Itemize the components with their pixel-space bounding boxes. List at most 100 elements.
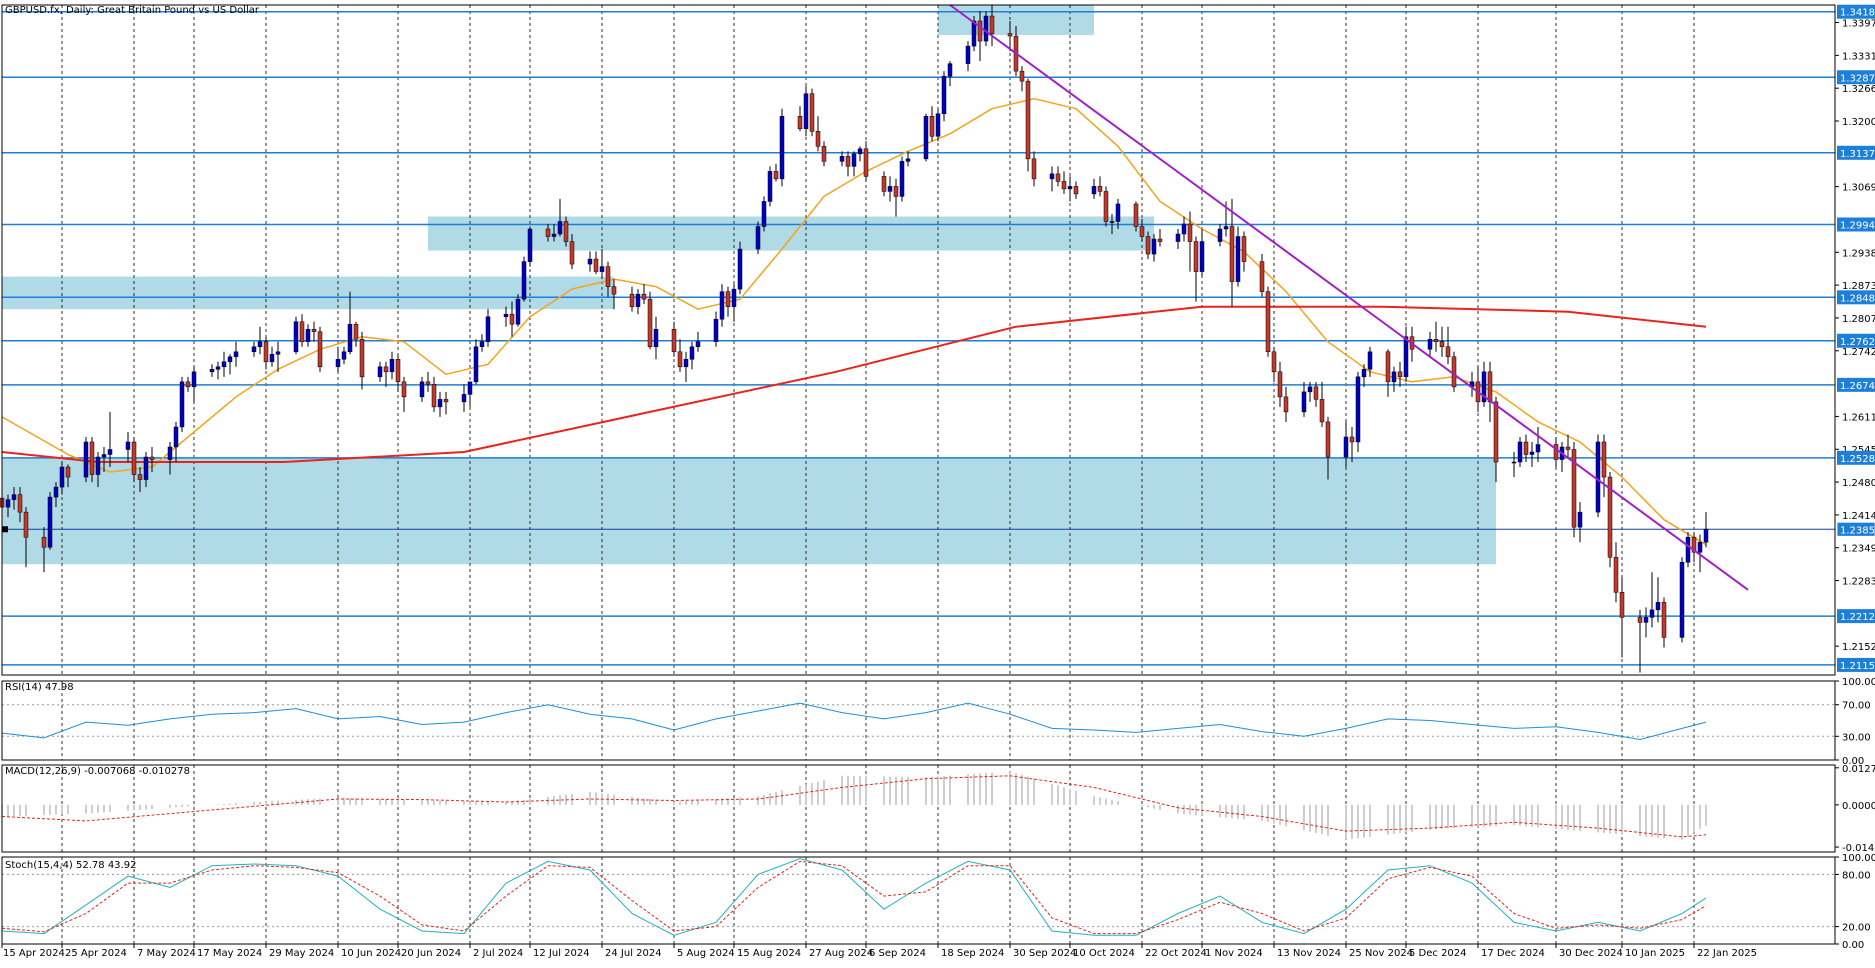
candle-body <box>809 93 815 132</box>
candle-body <box>299 321 305 343</box>
candle-body <box>593 258 599 272</box>
rsi-axis-label: 100.00 <box>1842 677 1875 688</box>
candle-body <box>461 394 467 403</box>
candle-body <box>263 341 269 363</box>
price-axis-label: 1.24145 <box>1842 511 1875 522</box>
candle-body <box>1223 226 1229 230</box>
candle-body <box>251 346 257 353</box>
candle-body <box>1277 371 1283 398</box>
candle-body <box>611 286 617 295</box>
macd-axis-label: 0.012738 <box>1842 764 1875 775</box>
candle-body <box>1031 158 1037 180</box>
date-axis-label: 10 Jun 2024 <box>341 948 401 959</box>
candle-body <box>1019 70 1025 82</box>
candle-body <box>1493 401 1499 463</box>
candle-body <box>1655 602 1661 611</box>
level-price-tag-label: 1.22125 <box>1840 612 1875 623</box>
price-axis-label: 1.30695 <box>1842 183 1875 194</box>
stoch-axis-label: 100.00 <box>1842 853 1875 864</box>
candle-body <box>233 351 239 358</box>
candle-body <box>1685 536 1691 563</box>
date-axis-label: 5 Dec 2024 <box>1409 948 1467 959</box>
main-chart-title: GBPUSD.fx, Daily: Great Britain Pound vs… <box>5 5 260 16</box>
candle-body <box>1361 369 1367 378</box>
candle-body <box>839 156 845 162</box>
stoch-axis-label: 20.00 <box>1842 923 1871 934</box>
candle-body <box>1139 226 1145 237</box>
date-axis-label: 27 Aug 2024 <box>809 948 873 959</box>
candle-body <box>305 328 311 343</box>
price-axis-label: 1.24800 <box>1842 478 1875 489</box>
candle-body <box>527 228 533 262</box>
candle-body <box>845 156 851 167</box>
candle-body <box>1367 351 1373 370</box>
candle-body <box>227 356 233 363</box>
candle-body <box>23 511 29 538</box>
candle-body <box>599 266 605 272</box>
candle-body <box>143 456 149 480</box>
date-axis-label: 5 Aug 2024 <box>677 948 735 959</box>
candle-body <box>1511 461 1517 464</box>
candle-body <box>719 291 725 320</box>
date-axis-label: 22 Oct 2024 <box>1145 948 1207 959</box>
date-axis-label: 22 Jan 2025 <box>1697 948 1757 959</box>
candle-body <box>1349 436 1355 443</box>
candle-body <box>779 115 785 180</box>
date-axis-label: 7 May 2024 <box>137 948 196 959</box>
candle-body <box>353 323 359 340</box>
candle-body <box>515 298 521 325</box>
candle-body <box>1355 376 1361 443</box>
date-axis-label: 2 Jul 2024 <box>473 948 523 959</box>
candle-body <box>1403 336 1409 378</box>
date-axis-label: 12 Jul 2024 <box>533 948 590 959</box>
rsi-axis-label: 30.00 <box>1842 732 1871 743</box>
candle-body <box>1619 592 1625 618</box>
candle-body <box>1301 391 1307 413</box>
candle-body <box>1055 173 1061 182</box>
date-axis-label: 15 Apr 2024 <box>3 948 65 959</box>
candle-body <box>731 288 737 307</box>
candle-body <box>935 113 941 137</box>
candle-body <box>59 466 65 488</box>
candle-body <box>1199 241 1205 272</box>
candle-body <box>671 328 677 353</box>
level-price-tag-label: 1.32878 <box>1840 73 1875 84</box>
candle-body <box>983 15 989 42</box>
price-axis-label: 1.23490 <box>1842 544 1875 555</box>
candle-body <box>269 354 275 363</box>
level-price-tag-label: 1.21151 <box>1840 661 1875 672</box>
candle-body <box>1025 80 1031 160</box>
candle-body <box>647 298 653 348</box>
level-price-tag-label: 1.28487 <box>1840 293 1875 304</box>
candle-body <box>1535 444 1541 453</box>
candle-body <box>737 248 743 290</box>
candle-body <box>311 328 317 332</box>
candle-body <box>1007 33 1013 37</box>
candle-body <box>629 293 635 307</box>
price-axis-label: 1.21525 <box>1842 642 1875 653</box>
date-axis-label: 30 Sep 2024 <box>1013 948 1076 959</box>
date-axis-label: 25 Nov 2024 <box>1349 948 1413 959</box>
chart-canvas[interactable]: 1.33970 1.33315 1.32660 1.32005 1.30695 1.293… <box>0 0 1875 964</box>
candle-body <box>191 371 197 388</box>
candle-body <box>1397 371 1403 378</box>
candle-body <box>1175 233 1181 242</box>
candle-body <box>1601 441 1607 478</box>
candle-body <box>641 293 647 300</box>
candle-body <box>293 321 299 353</box>
candle-body <box>1487 371 1493 403</box>
candle-body <box>569 241 575 265</box>
candle-body <box>467 381 473 395</box>
rsi-axis-label: 70.00 <box>1842 701 1871 712</box>
candle-body <box>797 115 803 130</box>
candle-body <box>977 20 983 42</box>
candle-body <box>551 233 557 237</box>
candle-body <box>1109 221 1115 223</box>
candle-body <box>851 153 857 167</box>
candle-body <box>5 499 11 508</box>
candle-body <box>1385 351 1391 383</box>
level-price-tag-label: 1.29940 <box>1840 220 1875 231</box>
price-axis-label: 1.22835 <box>1842 577 1875 588</box>
candle-body <box>485 316 491 343</box>
candle-body <box>359 338 365 378</box>
